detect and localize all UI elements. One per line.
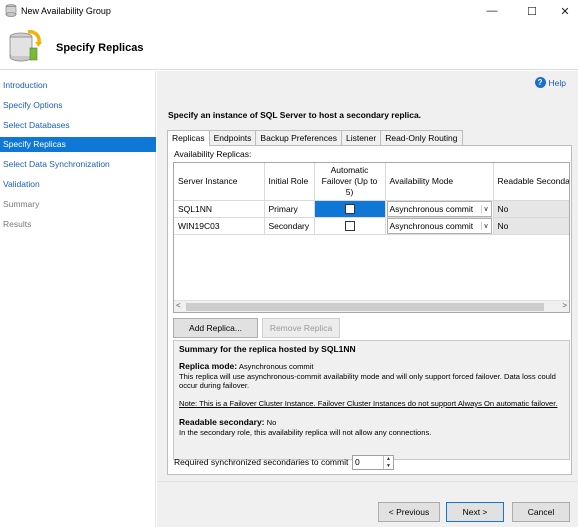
window-title: New Availability Group [21,6,111,16]
chevron-down-icon[interactable]: ∨ [480,204,491,213]
replicas-tab-panel: Availability Replicas: Server Instance I… [167,145,572,475]
availability-mode-value: Asynchronous commit [389,220,474,231]
column-header-availability-mode[interactable]: Availability Mode [385,163,494,201]
automatic-failover-checkbox[interactable] [344,203,355,214]
availability-mode-cell[interactable]: Asynchronous commit ∨ [385,217,494,235]
server-instance-cell[interactable]: WIN19C03 [174,217,265,235]
tab-strip: Replicas Endpoints Backup Preferences Li… [167,130,463,146]
readable-secondary-value: No [266,418,277,427]
summary-title: Summary for the replica hosted by SQL1NN [179,344,356,354]
failover-cluster-note: Note: This is a Failover Cluster Instanc… [179,399,558,408]
previous-button[interactable]: < Previous [378,502,440,522]
automatic-failover-checkbox[interactable] [344,220,355,231]
availability-mode-dropdown[interactable]: Asynchronous commit ∨ [386,200,492,217]
nav-item-select-data-synchronization[interactable]: Select Data Synchronization [0,157,156,172]
instruction-text: Specify an instance of SQL Server to hos… [168,110,422,120]
replica-mode-description: This replica will use asynchronous-commi… [179,372,556,390]
required-secondaries-label: Required synchronized secondaries to com… [174,457,349,467]
availability-mode-value: Asynchronous commit [389,203,474,214]
nav-item-select-databases[interactable]: Select Databases [0,118,156,133]
initial-role-cell: Secondary [264,217,315,235]
chevron-down-icon[interactable]: ∨ [480,221,491,230]
tab-listener[interactable]: Listener [340,130,382,145]
required-secondaries-value[interactable]: 0 [353,456,383,469]
availability-mode-cell[interactable]: Asynchronous commit ∨ [385,200,494,218]
tab-endpoints[interactable]: Endpoints [208,130,257,145]
initial-role-cell: Primary [264,200,315,218]
nav-item-specify-replicas[interactable]: Specify Replicas [0,137,156,152]
automatic-failover-cell[interactable] [314,217,386,235]
add-replica-button[interactable]: Add Replica... [173,318,258,338]
wizard-nav: Introduction Specify Options Select Data… [0,71,156,527]
column-header-server-instance[interactable]: Server Instance [174,163,265,201]
replica-mode-label: Replica mode: [179,361,238,371]
remove-replica-button: Remove Replica [262,318,340,338]
help-label: Help [548,77,566,88]
table-row[interactable]: SQL1NN Primary Asynchronous commit ∨ No [174,200,569,218]
readable-secondary-cell[interactable]: No [493,217,569,235]
database-replica-icon [9,30,42,62]
readable-secondary-description: In the secondary role, this availability… [179,428,432,437]
footer-divider [157,481,578,482]
title-bar: New Availability Group — ☐ ✕ [0,0,578,22]
availability-mode-dropdown[interactable]: Asynchronous commit ∨ [386,217,492,234]
replica-mode-line: Replica mode: Asynchronous commit [179,361,564,372]
scroll-right-icon[interactable]: > [562,301,567,310]
nav-item-summary: Summary [3,199,40,209]
tab-replicas[interactable]: Replicas [167,130,210,146]
minimize-button[interactable]: — [475,0,509,22]
help-icon: ? [534,77,546,88]
automatic-failover-cell[interactable] [314,200,386,218]
next-button[interactable]: Next > [446,502,504,522]
server-instance-cell[interactable]: SQL1NN [174,200,265,218]
readable-secondary-label: Readable secondary: [179,417,265,427]
stepper-down-icon[interactable]: ▼ [384,463,393,470]
replica-summary-panel: Summary for the replica hosted by SQL1NN… [173,340,570,460]
wizard-header: Specify Replicas [0,22,578,70]
scroll-left-icon[interactable]: < [176,301,181,310]
nav-item-validation[interactable]: Validation [0,177,156,192]
cancel-button[interactable]: Cancel [512,502,570,522]
availability-replicas-label: Availability Replicas: [174,149,252,159]
horizontal-scrollbar[interactable]: < > [174,300,569,312]
app-icon [5,4,17,17]
nav-item-results: Results [3,219,32,229]
close-button[interactable]: ✕ [548,0,578,22]
page-title: Specify Replicas [56,42,144,54]
nav-item-introduction[interactable]: Introduction [0,78,156,93]
tab-backup-preferences[interactable]: Backup Preferences [255,130,342,145]
replicas-grid: Server Instance Initial Role Automatic F… [173,162,570,313]
maximize-button[interactable]: ☐ [515,0,549,22]
column-header-initial-role[interactable]: Initial Role [264,163,315,201]
tab-read-only-routing[interactable]: Read-Only Routing [380,130,463,145]
scrollbar-thumb[interactable] [186,303,544,311]
readable-secondary-cell[interactable]: No [493,200,569,218]
table-row[interactable]: WIN19C03 Secondary Asynchronous commit ∨… [174,217,569,235]
main-panel: ? Help Specify an instance of SQL Server… [157,71,578,527]
required-secondaries-stepper[interactable]: 0 ▲ ▼ [352,455,394,470]
nav-item-specify-options[interactable]: Specify Options [0,98,156,113]
help-link[interactable]: ? Help [534,77,566,88]
stepper-arrows[interactable]: ▲ ▼ [383,456,393,469]
replica-mode-value: Asynchronous commit [238,362,314,371]
readable-secondary-line: Readable secondary: No [179,417,564,428]
column-header-automatic-failover[interactable]: Automatic Failover (Up to 5) [314,163,386,201]
column-header-readable-secondary[interactable]: Readable Secondar [493,163,569,201]
